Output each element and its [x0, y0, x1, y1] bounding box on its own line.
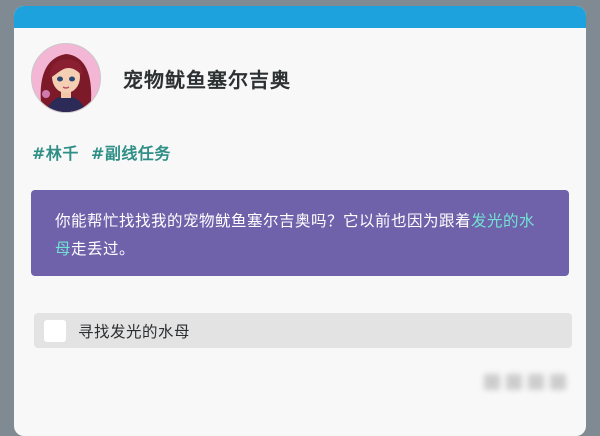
avatar [31, 43, 101, 113]
quest-tags: #林千 #副线任务 [32, 140, 177, 164]
message-text-part2: 走丢过。 [71, 240, 136, 258]
tag-character: #林千 [32, 144, 79, 163]
task-label: 寻找发光的水母 [78, 322, 191, 341]
character-portrait-icon [32, 44, 100, 112]
quest-header: 宠物鱿鱼塞尔吉奥 [31, 43, 291, 113]
message-text-part1: 你能帮忙找找我的宠物鱿鱼塞尔吉奥吗？它以前也因为跟着 [55, 212, 472, 230]
tag-quest-type: #副线任务 [91, 144, 171, 163]
card-top-bar [14, 6, 586, 28]
quest-title: 宠物鱿鱼塞尔吉奥 [123, 67, 291, 92]
task-item[interactable]: 寻找发光的水母 [34, 313, 572, 348]
task-checkbox[interactable] [44, 319, 66, 342]
quest-message: 你能帮忙找找我的宠物鱿鱼塞尔吉奥吗？它以前也因为跟着发光的水母走丢过。 [31, 190, 569, 276]
blurred-watermark [484, 357, 584, 407]
